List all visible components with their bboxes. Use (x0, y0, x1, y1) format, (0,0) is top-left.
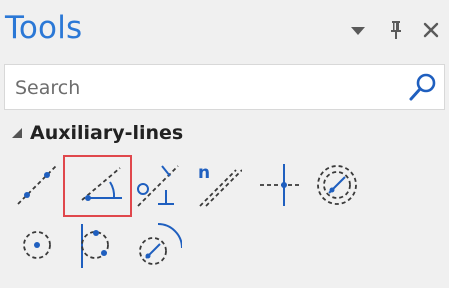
tool-circle-tangent-line[interactable] (76, 222, 122, 268)
circle-tangent-arc-icon (139, 223, 182, 265)
circle-center-line-icon (317, 165, 357, 205)
section-label: Auxiliary-lines (30, 122, 184, 144)
parallel-lines-icon: n (198, 163, 242, 207)
search-input[interactable] (13, 71, 397, 105)
tool-circle-tangent-arc[interactable] (136, 222, 182, 268)
tool-line-two-points[interactable] (14, 162, 60, 208)
pin-button[interactable] (384, 18, 408, 42)
panel-titlebar: Tools (0, 0, 449, 60)
search-button[interactable] (408, 72, 438, 102)
line-through-two-points-icon (17, 165, 57, 205)
close-button[interactable] (419, 18, 443, 42)
panel-menu-button[interactable] (346, 18, 370, 42)
perpendicular-line-icon (137, 165, 179, 207)
tool-circle-center-line[interactable] (314, 162, 360, 208)
close-icon (423, 22, 439, 38)
circle-through-point-icon (23, 231, 51, 259)
search-box (4, 64, 445, 110)
crosshair-lines-icon (260, 164, 302, 206)
tool-perpendicular-line[interactable] (134, 162, 180, 208)
pin-icon (391, 21, 401, 39)
tool-parallel-lines[interactable]: n (196, 162, 242, 208)
section-toggle-auxiliary-lines[interactable]: Auxiliary-lines (10, 119, 183, 147)
circle-tangent-line-icon (81, 224, 109, 268)
search-icon (409, 73, 436, 101)
panel-title: Tools (5, 10, 83, 46)
parallel-count-label: n (198, 163, 210, 183)
selected-tool-highlight (63, 155, 132, 217)
expanded-triangle-icon (12, 128, 22, 138)
caret-down-icon (351, 27, 365, 35)
tool-crosshair-lines[interactable] (258, 162, 304, 208)
tool-circle-through-point[interactable] (16, 222, 62, 268)
